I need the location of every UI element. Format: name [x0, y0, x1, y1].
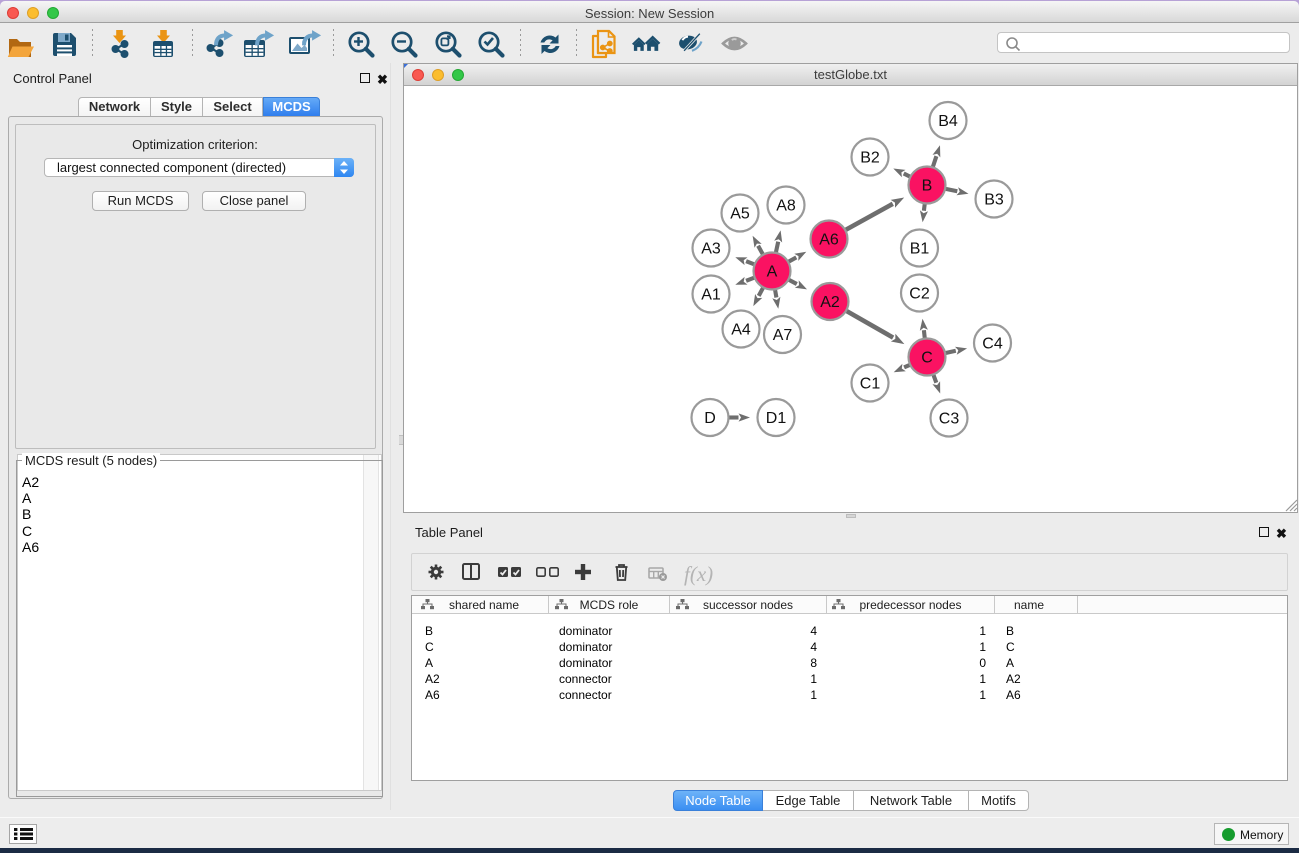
svg-text:B2: B2: [860, 150, 880, 167]
svg-text:A2: A2: [820, 294, 840, 311]
svg-text:D: D: [704, 410, 716, 427]
svg-text:A3: A3: [701, 241, 721, 258]
svg-text:C2: C2: [909, 286, 930, 303]
svg-text:C3: C3: [939, 411, 960, 428]
svg-text:C4: C4: [982, 336, 1003, 353]
svg-text:A8: A8: [776, 198, 796, 215]
svg-text:f(x): f(x): [684, 562, 713, 586]
svg-text:C1: C1: [860, 376, 881, 393]
svg-text:B4: B4: [938, 113, 958, 130]
svg-text:A7: A7: [773, 327, 793, 344]
svg-text:A4: A4: [731, 322, 751, 339]
svg-text:B3: B3: [984, 192, 1004, 209]
svg-text:A1: A1: [701, 287, 721, 304]
svg-text:D1: D1: [766, 410, 787, 427]
svg-text:C: C: [921, 350, 933, 367]
svg-text:B: B: [922, 178, 933, 195]
svg-text:A: A: [767, 264, 778, 281]
svg-text:A5: A5: [730, 206, 750, 223]
svg-text:B1: B1: [910, 241, 930, 258]
svg-text:A6: A6: [819, 232, 839, 249]
